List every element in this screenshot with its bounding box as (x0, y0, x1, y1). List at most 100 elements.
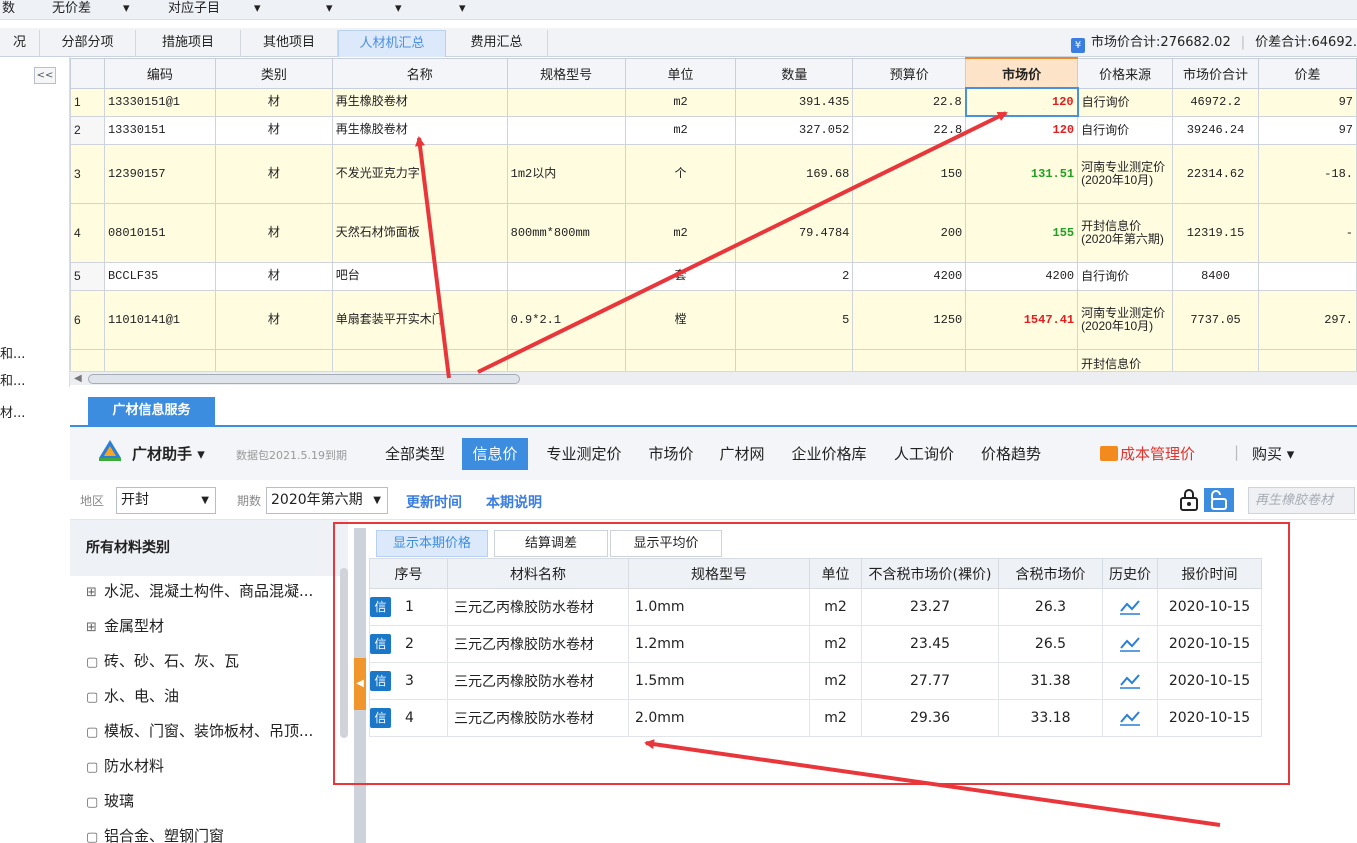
cell-n[interactable]: 4 (70, 202, 105, 263)
cell-type[interactable]: 材 (214, 115, 333, 145)
cell-unit[interactable]: 套 (624, 261, 737, 291)
column-header[interactable]: 单位 (809, 558, 862, 589)
update-time-link[interactable]: 更新时间 (406, 492, 462, 512)
column-header[interactable]: 单位 (624, 57, 737, 89)
column-header[interactable]: 材料名称 (447, 558, 629, 589)
cell-code[interactable]: 13330151@1 (103, 87, 216, 117)
cell-code[interactable]: 11010141@1 (103, 289, 216, 350)
cell-code[interactable]: 13330151 (103, 115, 216, 145)
cell-source[interactable]: 河南专业测定价(2020年10月) (1077, 143, 1174, 204)
table-row[interactable]: 3 12390157 材不发光亚克力字 1m2以内个 169.68 150 131.51 河南… (70, 143, 1357, 204)
cell-market[interactable]: 120 (965, 115, 1079, 145)
cell-type[interactable]: 材 (214, 143, 333, 204)
cell-code[interactable]: BCCLF35 (103, 261, 216, 291)
cell-market[interactable]: 155 (965, 202, 1079, 263)
period-note-link[interactable]: 本期说明 (486, 492, 542, 512)
cell-spec[interactable] (506, 348, 626, 371)
tab-guangcai-info-service[interactable]: 广材信息服务 (88, 397, 215, 425)
category-item[interactable]: ▢ 模板、门窗、装饰板材、吊顶... (86, 720, 348, 741)
tab-sections[interactable]: 分部分项 (40, 30, 136, 57)
table-row[interactable]: 开封信息价 (70, 348, 1357, 371)
tab-other-items[interactable]: 其他项目 (241, 30, 338, 57)
table-row[interactable]: 信 2 三元乙丙橡胶防水卷材 1.2mm m2 23.45 26.5 2020-10-15 (369, 625, 1262, 663)
match-subitem-dropdown[interactable]: 对应子目 (168, 0, 220, 18)
cell-spec[interactable] (506, 261, 626, 291)
cell-diff[interactable]: -18. (1258, 143, 1357, 204)
cell-source[interactable]: 河南专业测定价(2020年10月) (1077, 289, 1174, 350)
chevron-down-icon[interactable]: ▾ (254, 0, 261, 18)
left-nav-item[interactable]: 材... (0, 404, 40, 424)
column-header[interactable]: 规格型号 (628, 558, 810, 589)
panel-splitter[interactable]: ◀ (354, 528, 366, 843)
unlock-icon[interactable] (1204, 488, 1234, 512)
table-row[interactable]: 5 BCCLF35 材吧台套 2 4200 4200 自行询价 8400 (70, 261, 1357, 291)
table-row[interactable]: 信 4 三元乙丙橡胶防水卷材 2.0mm m2 29.36 33.18 2020-10-15 (369, 699, 1262, 737)
cell-type[interactable]: 材 (214, 289, 333, 350)
cell-spec[interactable] (506, 87, 626, 117)
column-header[interactable]: 序号 (369, 558, 448, 589)
cell-type[interactable] (214, 348, 333, 371)
column-header[interactable]: 规格型号 (506, 57, 626, 89)
cell-spec[interactable]: 800mm*800mm (506, 202, 626, 263)
collapse-button[interactable]: << (34, 67, 56, 84)
chevron-down-icon[interactable]: ▾ (395, 0, 402, 18)
cell-n[interactable]: 5 (70, 261, 105, 291)
table-row[interactable]: 4 08010151 材天然石材饰面板 800mm*800mm m2 79.4784 200… (70, 202, 1357, 263)
column-header[interactable] (70, 57, 105, 89)
category-item[interactable]: ⊞ 水泥、混凝土构件、商品混凝... (86, 580, 348, 601)
cell-total[interactable] (1172, 348, 1259, 371)
column-header[interactable]: 市场价 (965, 57, 1079, 89)
cell-total[interactable]: 39246.24 (1172, 115, 1259, 145)
nav-info-price[interactable]: 信息价 (462, 438, 528, 470)
cell-diff[interactable]: 97 (1258, 115, 1357, 145)
cell-unit[interactable]: 樘 (624, 289, 737, 350)
cell-qty[interactable]: 5 (735, 289, 854, 350)
column-header[interactable]: 不含税市场价(裸价) (861, 558, 999, 589)
nav-price-trend[interactable]: 价格趋势 (971, 438, 1051, 470)
column-header[interactable]: 市场价合计 (1172, 57, 1259, 89)
nav-manual-inquiry[interactable]: 人工询价 (884, 438, 964, 470)
cell-n[interactable]: 1 (70, 87, 105, 117)
category-item[interactable]: ▢ 铝合金、塑钢门窗 (86, 825, 348, 843)
category-item[interactable]: ▢ 玻璃 (86, 790, 348, 811)
trend-chart-icon[interactable] (1119, 635, 1141, 653)
cell-budget[interactable] (852, 348, 967, 371)
cell-qty[interactable]: 169.68 (735, 143, 854, 204)
category-item[interactable]: ⊞ 金属型材 (86, 615, 348, 636)
cell-diff[interactable]: 297. (1258, 289, 1357, 350)
trend-chart-icon[interactable] (1119, 672, 1141, 690)
nav-market-price[interactable]: 市场价 (639, 438, 703, 470)
cell-market[interactable]: 1547.41 (965, 289, 1079, 350)
cell-qty[interactable]: 79.4784 (735, 202, 854, 263)
category-item[interactable]: ▢ 防水材料 (86, 755, 348, 776)
category-item[interactable]: ▢ 砖、砂、石、灰、瓦 (86, 650, 348, 671)
table-row[interactable]: 1 13330151@1 材再生橡胶卷材 m2 391.435 22.8 120 自行询价 46… (70, 87, 1357, 117)
table-row[interactable]: 2 13330151 材再生橡胶卷材 m2 327.052 22.8 120 自行询价 3924… (70, 115, 1357, 145)
chevron-down-icon[interactable]: ▾ (459, 0, 466, 18)
column-header[interactable]: 编码 (103, 57, 216, 89)
nav-professional-price[interactable]: 专业测定价 (536, 438, 632, 470)
chevron-down-icon[interactable]: ▾ (123, 0, 130, 18)
guangcai-assistant-menu[interactable]: 广材助手 ▾ (132, 443, 205, 464)
cell-name[interactable] (331, 348, 508, 371)
cell-name[interactable]: 再生橡胶卷材 (331, 115, 508, 145)
left-nav-item[interactable]: 和... (0, 372, 40, 392)
nav-guangcai-web[interactable]: 广材网 (710, 438, 774, 470)
column-header[interactable]: 价格来源 (1077, 57, 1174, 89)
cell-name[interactable]: 吧台 (331, 261, 508, 291)
cell-budget[interactable]: 22.8 (852, 87, 967, 117)
lock-icon[interactable] (1178, 488, 1200, 512)
column-header[interactable]: 报价时间 (1157, 558, 1262, 589)
cell-type[interactable]: 材 (214, 261, 333, 291)
cell-budget[interactable]: 200 (852, 202, 967, 263)
cell-unit[interactable]: 个 (624, 143, 737, 204)
column-header[interactable]: 类别 (214, 57, 333, 89)
cell-market[interactable] (965, 348, 1079, 371)
cell-qty[interactable] (735, 348, 854, 371)
period-select[interactable]: 2020年第六期 ▼ (266, 487, 388, 514)
category-scrollbar[interactable] (340, 568, 348, 738)
material-search-input[interactable]: 再生橡胶卷材 (1248, 487, 1355, 514)
nav-enterprise-library[interactable]: 企业价格库 (781, 438, 877, 470)
cell-qty[interactable]: 391.435 (735, 87, 854, 117)
cell-code[interactable]: 08010151 (103, 202, 216, 263)
